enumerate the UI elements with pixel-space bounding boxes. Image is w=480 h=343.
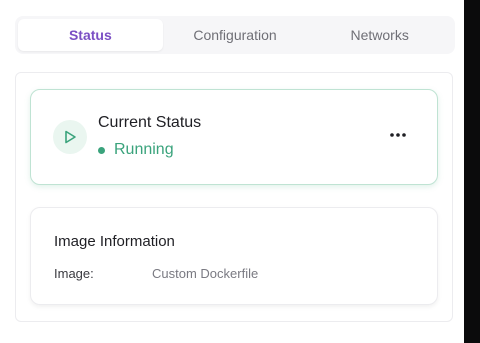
image-information-card: Image Information Image: Custom Dockerfi… <box>30 207 438 305</box>
current-status-card: Current Status Running <box>30 89 438 185</box>
image-value: Custom Dockerfile <box>152 266 259 281</box>
status-dot-icon <box>98 146 105 154</box>
play-icon <box>53 120 87 154</box>
tab-configuration[interactable]: Configuration <box>163 19 308 51</box>
status-panel: Current Status Running Image Information… <box>15 72 453 322</box>
tab-networks[interactable]: Networks <box>307 19 452 51</box>
status-text: Running <box>114 141 174 158</box>
container-details-page: Status Configuration Networks Current St… <box>0 0 480 343</box>
tab-bar: Status Configuration Networks <box>15 16 455 54</box>
image-info-title: Image Information <box>54 233 175 250</box>
window-edge <box>464 0 480 343</box>
more-horizontal-icon <box>390 133 406 137</box>
image-label: Image: <box>54 266 94 281</box>
status-title: Current Status <box>98 114 202 131</box>
more-options-button[interactable] <box>387 126 409 144</box>
status-indicator: Running <box>98 141 174 159</box>
tab-status[interactable]: Status <box>18 19 163 51</box>
